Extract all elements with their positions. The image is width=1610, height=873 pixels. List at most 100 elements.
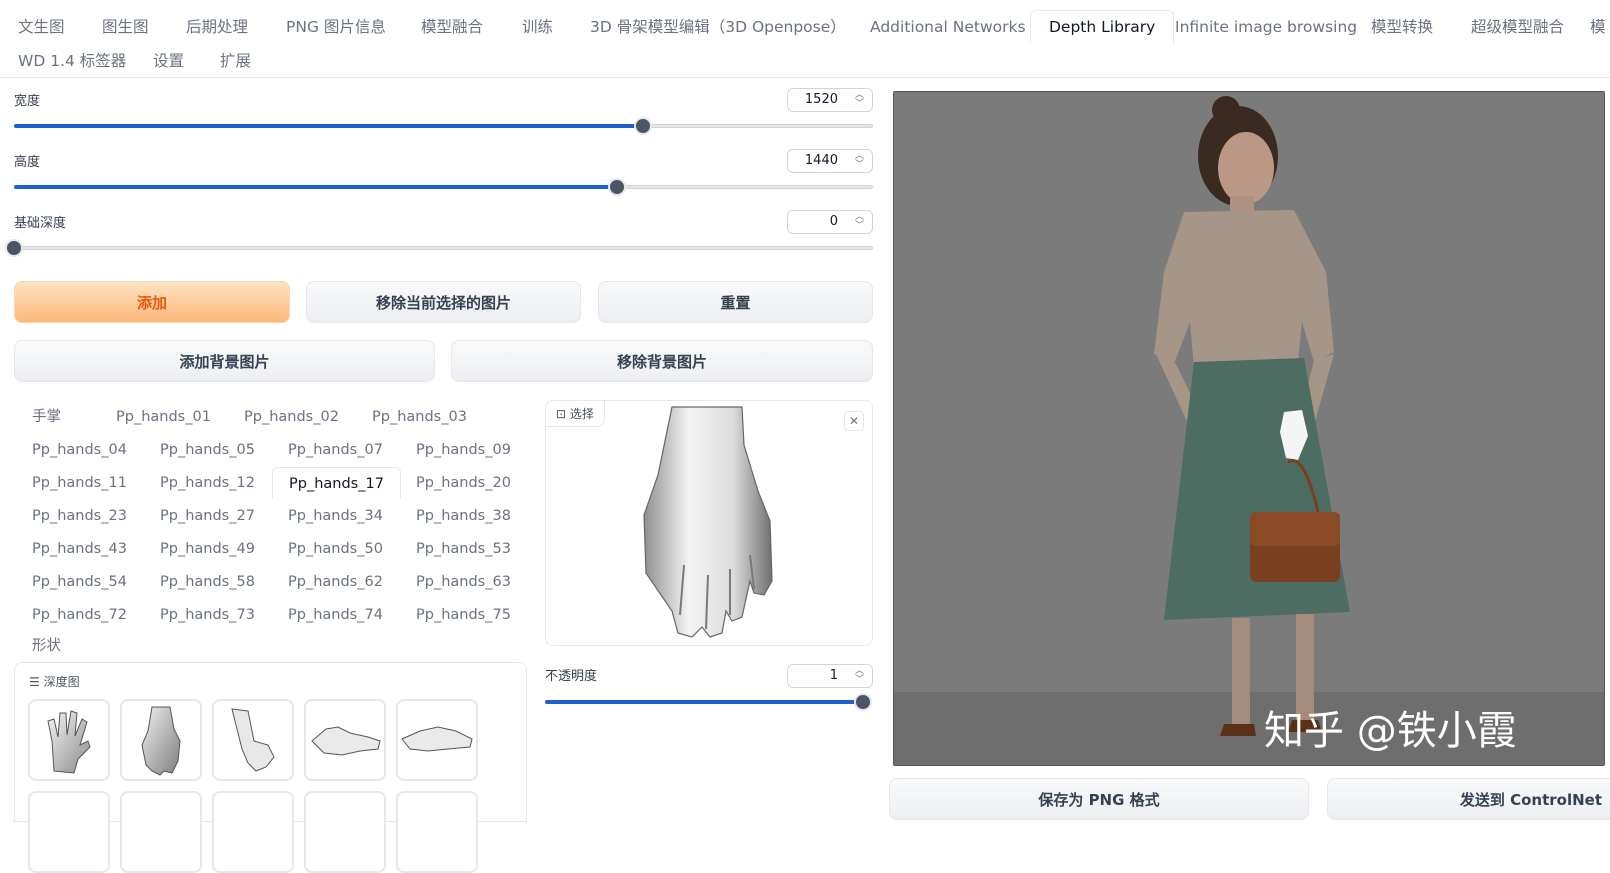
depth-thumb[interactable]	[120, 791, 202, 873]
depth-thumb[interactable]	[396, 791, 478, 873]
depth-thumb-hand-pinch[interactable]	[304, 699, 386, 781]
spinner-icon[interactable]: ︿ ﹀	[855, 152, 864, 170]
category-pp-hands-01[interactable]: Pp_hands_01	[100, 401, 227, 433]
category-pp-hands-54[interactable]: Pp_hands_54	[16, 566, 143, 598]
depth-thumb-hand-fist[interactable]	[120, 699, 202, 781]
spinner-icon[interactable]: ︿ ﹀	[855, 91, 864, 109]
opacity-slider[interactable]	[545, 693, 872, 711]
tab-extensions[interactable]: 扩展	[202, 45, 269, 77]
preview-label: 选择	[569, 407, 594, 421]
close-icon[interactable]: ✕	[844, 411, 864, 431]
category-pp-hands-58[interactable]: Pp_hands_58	[144, 566, 271, 598]
category-pp-hands-62[interactable]: Pp_hands_62	[272, 566, 399, 598]
remove-selected-button[interactable]: 移除当前选择的图片	[306, 281, 581, 323]
selected-preview-panel: ⊡ 选择 ✕	[545, 400, 873, 646]
tab-overflow[interactable]: 模	[1572, 11, 1610, 43]
depth-thumb-hand-open[interactable]	[28, 699, 110, 781]
save-png-button[interactable]: 保存为 PNG 格式	[889, 778, 1309, 820]
tab-super-merge[interactable]: 超级模型融合	[1453, 11, 1582, 43]
width-slider-thumb[interactable]	[634, 117, 652, 135]
category-pp-hands-23[interactable]: Pp_hands_23	[16, 500, 143, 532]
tab-additional-networks[interactable]: Additional Networks	[852, 11, 1044, 43]
category-pp-hands-03[interactable]: Pp_hands_03	[356, 401, 483, 433]
category-pp-hands-49[interactable]: Pp_hands_49	[144, 533, 271, 565]
opacity-value: 1	[829, 668, 838, 683]
width-slider-fill	[14, 124, 643, 128]
hand-depth-preview	[643, 406, 773, 638]
tab-extras[interactable]: 后期处理	[168, 11, 266, 43]
category-pp-hands-43[interactable]: Pp_hands_43	[16, 533, 143, 565]
preview-label-chip: ⊡ 选择	[546, 401, 605, 427]
hand-depth-icon	[141, 706, 181, 776]
category-pp-hands-27[interactable]: Pp_hands_27	[144, 500, 271, 532]
watermark: 知乎 @铁小霞	[1264, 708, 1517, 754]
reset-button[interactable]: 重置	[598, 281, 873, 323]
category-pp-hands-05[interactable]: Pp_hands_05	[144, 434, 271, 466]
category-pp-hands-02[interactable]: Pp_hands_02	[228, 401, 355, 433]
hand-depth-icon	[231, 708, 275, 772]
tab-model-merge[interactable]: 模型融合	[403, 11, 501, 43]
category-pp-hands-38[interactable]: Pp_hands_38	[400, 500, 527, 532]
spinner-icon[interactable]: ︿ ﹀	[855, 667, 864, 685]
category-pp-hands-72[interactable]: Pp_hands_72	[16, 599, 143, 631]
list-icon: ☰	[29, 675, 40, 689]
tab-txt2img[interactable]: 文生图	[0, 11, 83, 43]
width-slider[interactable]	[14, 117, 873, 135]
depth-gallery-label: 深度图	[43, 675, 80, 689]
category-pp-hands-07[interactable]: Pp_hands_07	[272, 434, 399, 466]
base-depth-slider[interactable]	[5, 239, 873, 257]
tab-img2img[interactable]: 图生图	[84, 11, 167, 43]
depth-gallery-header: ☰ 深度图	[29, 673, 80, 690]
category-pp-hands-11[interactable]: Pp_hands_11	[16, 467, 143, 499]
category-pp-hands-34[interactable]: Pp_hands_34	[272, 500, 399, 532]
category-pp-hands-74[interactable]: Pp_hands_74	[272, 599, 399, 631]
tab-wd14-tagger[interactable]: WD 1.4 标签器	[0, 45, 144, 77]
base-depth-slider-thumb[interactable]	[5, 239, 23, 257]
tab-depth-library[interactable]: Depth Library	[1030, 10, 1175, 44]
spinner-icon[interactable]: ︿ ﹀	[855, 213, 864, 231]
tab-png-info[interactable]: PNG 图片信息	[268, 11, 404, 43]
category-pp-hands-04[interactable]: Pp_hands_04	[16, 434, 143, 466]
tab-3d-openpose[interactable]: 3D 骨架模型编辑（3D Openpose）	[572, 11, 864, 43]
height-number-input[interactable]: 1440 ︿ ﹀	[787, 149, 873, 173]
hand-depth-icon	[47, 710, 91, 774]
category-pp-hands-73[interactable]: Pp_hands_73	[144, 599, 271, 631]
height-slider-thumb[interactable]	[608, 178, 626, 196]
base-depth-label: 基础深度	[14, 216, 67, 231]
tab-infinite-image-browsing[interactable]: Infinite image browsing	[1157, 11, 1375, 43]
category-pp-hands-12[interactable]: Pp_hands_12	[144, 467, 271, 499]
category-pp-hands-17[interactable]: Pp_hands_17	[272, 467, 401, 499]
category-pp-hands-63[interactable]: Pp_hands_63	[400, 566, 527, 598]
height-label: 高度	[14, 155, 41, 170]
category-pp-hands-50[interactable]: Pp_hands_50	[272, 533, 399, 565]
category-pp-hands-75[interactable]: Pp_hands_75	[400, 599, 527, 631]
height-slider[interactable]	[14, 178, 873, 196]
depth-thumb-hand-flat[interactable]	[396, 699, 478, 781]
tab-model-convert[interactable]: 模型转换	[1353, 11, 1451, 43]
opacity-slider-thumb[interactable]	[854, 693, 872, 711]
base-depth-value: 0	[829, 214, 838, 229]
width-value: 1520	[804, 92, 838, 107]
category-palm[interactable]: 手掌	[16, 401, 77, 433]
category-pp-hands-53[interactable]: Pp_hands_53	[400, 533, 527, 565]
category-pp-hands-09[interactable]: Pp_hands_09	[400, 434, 527, 466]
depth-thumb[interactable]	[304, 791, 386, 873]
depth-thumb[interactable]	[28, 791, 110, 873]
tab-train[interactable]: 训练	[504, 11, 571, 43]
add-button[interactable]: 添加	[14, 281, 290, 323]
depth-canvas[interactable]: 知乎 @铁小霞	[893, 91, 1605, 766]
add-background-button[interactable]: 添加背景图片	[14, 340, 435, 382]
depth-thumb[interactable]	[212, 791, 294, 873]
height-value: 1440	[804, 153, 838, 168]
send-to-controlnet-button[interactable]: 发送到 ControlNet	[1327, 778, 1610, 820]
opacity-slider-fill	[545, 700, 863, 704]
depth-thumb-hand-side[interactable]	[212, 699, 294, 781]
opacity-number-input[interactable]: 1 ︿ ﹀	[787, 664, 873, 688]
remove-background-button[interactable]: 移除背景图片	[451, 340, 873, 382]
category-pp-hands-20[interactable]: Pp_hands_20	[400, 467, 527, 499]
base-depth-number-input[interactable]: 0 ︿ ﹀	[787, 210, 873, 234]
width-number-input[interactable]: 1520 ︿ ﹀	[787, 88, 873, 112]
tab-settings[interactable]: 设置	[135, 45, 202, 77]
background-photo	[894, 92, 1604, 765]
category-shape[interactable]: 形状	[16, 630, 77, 662]
